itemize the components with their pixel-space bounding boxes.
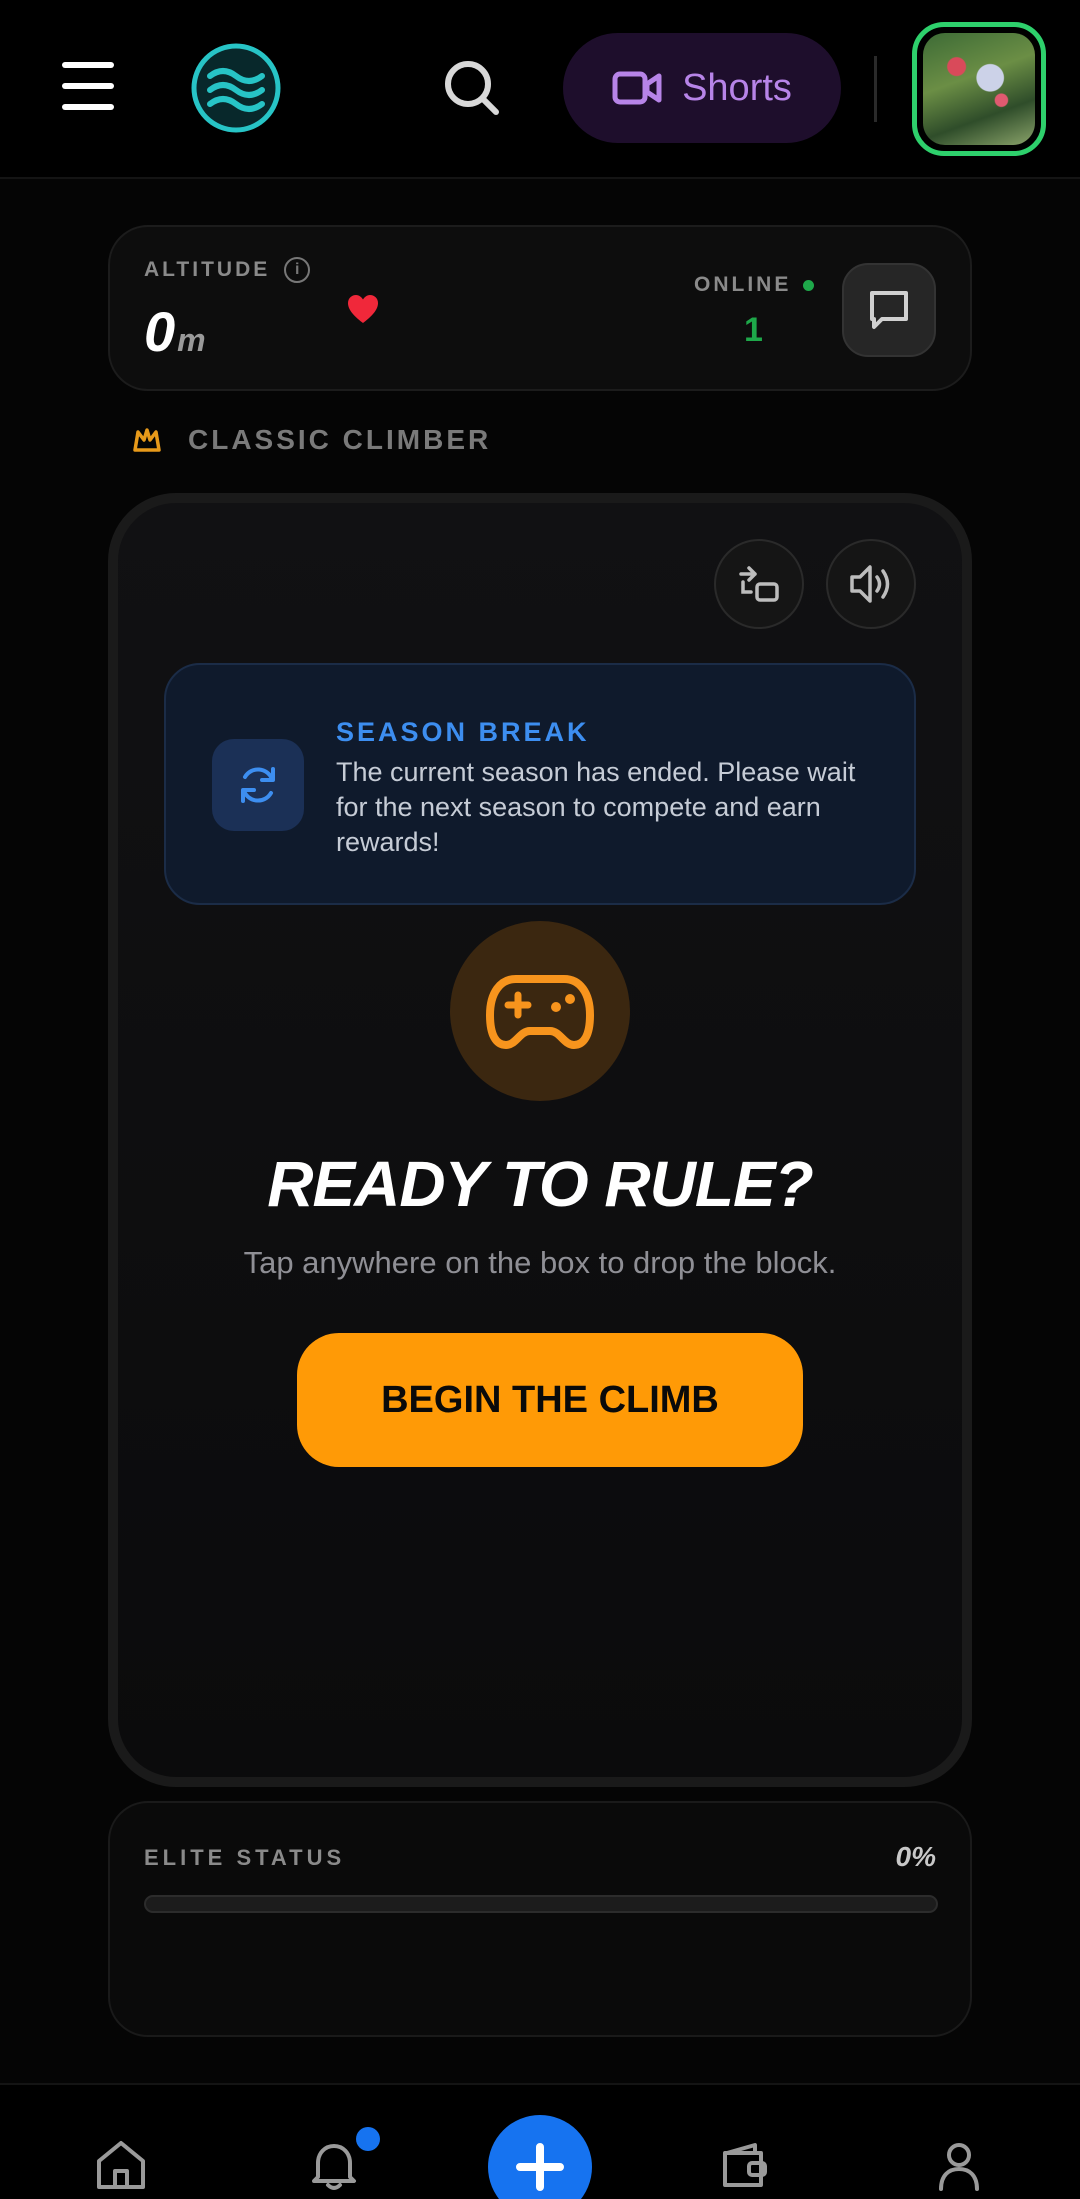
wallet-icon[interactable] [715, 2135, 775, 2195]
ready-subtitle: Tap anywhere on the box to drop the bloc… [243, 1245, 837, 1280]
video-camera-icon [612, 71, 662, 105]
speaker-icon [850, 565, 890, 603]
home-icon[interactable] [91, 2135, 151, 2195]
chat-icon [870, 291, 908, 329]
bell-icon[interactable] [304, 2127, 380, 2195]
avatar-photo [923, 33, 1035, 145]
add-button[interactable] [488, 2115, 592, 2199]
top-header: Shorts [0, 0, 1080, 179]
gamepad-icon [450, 921, 630, 1101]
header-divider [874, 56, 877, 122]
elite-label: ELITE STATUS [144, 1845, 346, 1870]
menu-icon[interactable] [56, 54, 120, 118]
altitude-label: ALTITUDE [144, 258, 271, 281]
shorts-button[interactable]: Shorts [563, 33, 841, 143]
altitude-card: ALTITUDE i 0m ONLINE 1 [108, 225, 972, 391]
plus-icon [516, 2143, 564, 2191]
season-title: SEASON BREAK [336, 717, 590, 747]
altitude-label-row: ALTITUDE i [144, 257, 311, 283]
online-label-row: ONLINE [694, 273, 815, 297]
ready-title: READY TO RULE? [267, 1148, 813, 1220]
bottom-nav [0, 2083, 1080, 2199]
begin-climb-button[interactable]: BEGIN THE CLIMB [297, 1333, 803, 1467]
online-status-dot [803, 279, 815, 291]
season-break-card: SEASON BREAK The current season has ende… [164, 663, 916, 905]
altitude-unit: m [177, 322, 206, 358]
elite-value: 0% [895, 1841, 936, 1872]
user-icon[interactable] [929, 2135, 989, 2195]
sound-button[interactable] [826, 539, 916, 629]
elite-progress-bar [144, 1895, 938, 1913]
swap-icon [739, 566, 779, 602]
altitude-value: 0m [144, 299, 206, 364]
notification-badge [356, 2127, 380, 2151]
refresh-icon [212, 739, 304, 831]
game-box[interactable]: SEASON BREAK The current season has ende… [108, 493, 972, 1787]
chat-button[interactable] [842, 263, 936, 357]
heart-icon [346, 293, 380, 327]
app-screen: Shorts ALTITUDE i 0m ONLINE 1 CLASSIC CL… [0, 0, 1080, 2199]
waves-logo-icon[interactable] [190, 42, 282, 134]
crown-icon [133, 428, 161, 452]
swap-view-button[interactable] [714, 539, 804, 629]
mode-label: CLASSIC CLIMBER [188, 424, 492, 455]
mode-row: CLASSIC CLIMBER [132, 424, 491, 456]
online-count: 1 [744, 311, 763, 349]
info-icon[interactable]: i [284, 257, 311, 283]
altitude-number: 0 [144, 300, 176, 363]
season-message: The current season has ended. Please wai… [336, 757, 856, 857]
search-icon[interactable] [440, 56, 504, 120]
elite-status-card: ELITE STATUS 0% [108, 1801, 972, 2037]
online-label: ONLINE [694, 273, 792, 296]
shorts-label: Shorts [682, 66, 792, 109]
avatar[interactable] [912, 22, 1046, 156]
